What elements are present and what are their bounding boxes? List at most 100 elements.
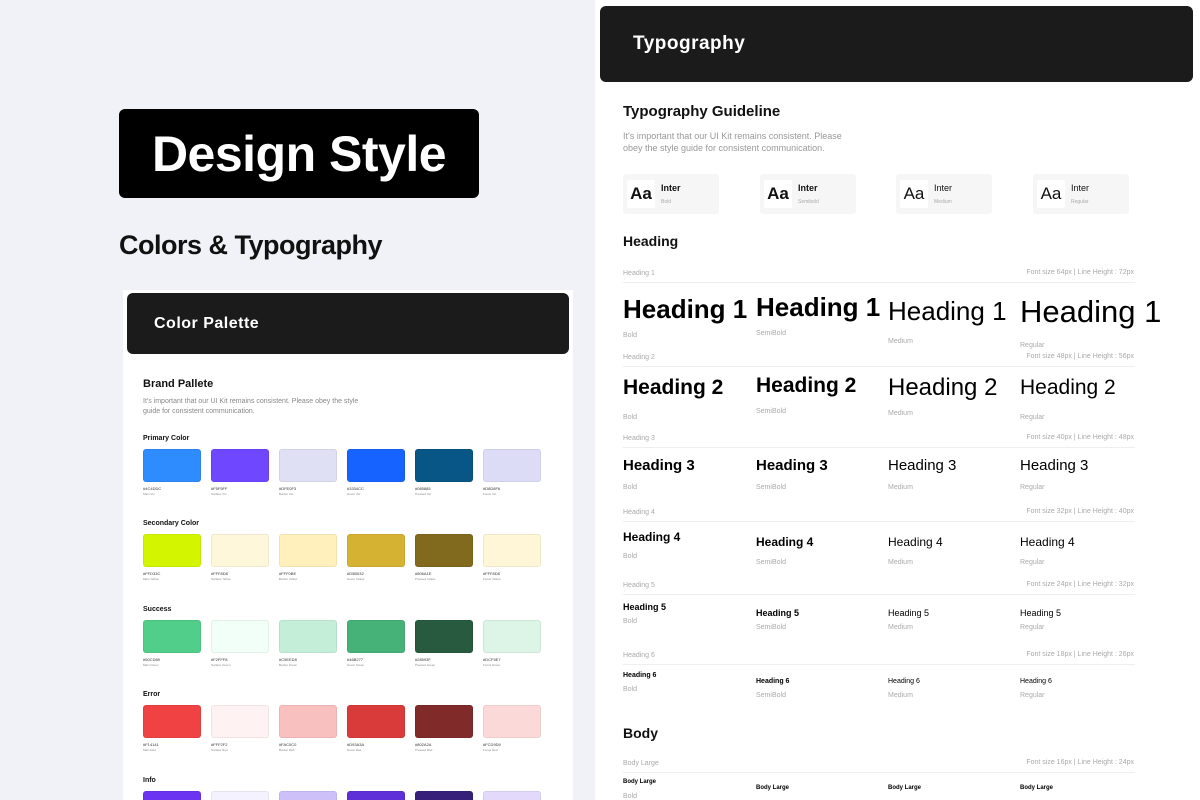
heading-sample: Heading 1 bbox=[623, 294, 748, 324]
color-swatch[interactable] bbox=[415, 791, 473, 800]
page-subtitle: Colors & Typography bbox=[119, 230, 383, 260]
color-swatch[interactable] bbox=[143, 791, 201, 800]
weight-label: Bold bbox=[623, 618, 638, 625]
color-swatch[interactable]: #085885 Pressed Vio bbox=[415, 449, 473, 496]
color-swatch[interactable]: #D5B032 Hover Yellow bbox=[347, 534, 405, 581]
swatch-color-box bbox=[483, 705, 541, 738]
swatch-name: Hover Red bbox=[347, 748, 362, 752]
design-style-banner: Design Style bbox=[119, 109, 479, 198]
color-swatch[interactable]: #802A2A Pressed Red bbox=[415, 705, 473, 752]
color-swatch[interactable]: #4C4DDC Main Vio bbox=[143, 449, 201, 496]
swatch-name: Surface Green bbox=[211, 663, 231, 667]
swatch-hex: #28593F bbox=[415, 657, 431, 662]
color-swatch[interactable]: #F5F5FF Surface Vio bbox=[211, 449, 269, 496]
swatch-name: Focus Green bbox=[483, 663, 501, 667]
font-sample-icon: Aa bbox=[900, 180, 928, 208]
swatch-color-box bbox=[483, 449, 541, 482]
heading-row-label: Heading 4 bbox=[623, 509, 655, 516]
color-swatch[interactable]: #F2FFF8 Surface Green bbox=[211, 620, 269, 667]
font-name: Inter bbox=[934, 183, 953, 193]
color-swatch[interactable]: #3334CC Hover Vio bbox=[347, 449, 405, 496]
weight-label: Regular bbox=[1020, 692, 1045, 699]
font-sample-icon: Aa bbox=[764, 180, 792, 208]
color-palette-panel: Color Palette Brand Pallete It's importa… bbox=[123, 290, 573, 800]
swatch-color-box bbox=[415, 620, 473, 653]
weight-label: Bold bbox=[623, 332, 638, 339]
swatch-name: Border Yellow bbox=[279, 577, 298, 581]
swatch-name: Surface Yellow bbox=[211, 577, 231, 581]
weight-label: SemiBold bbox=[756, 559, 786, 566]
color-palette-title: Color Palette bbox=[154, 314, 260, 332]
color-swatch[interactable]: #FFF2F2 Surface Red bbox=[211, 705, 269, 752]
body-sample: Body Large bbox=[756, 785, 790, 791]
swatch-hex: #DFE0F3 bbox=[279, 486, 297, 491]
heading-sample: Heading 5 bbox=[888, 608, 930, 618]
swatch-name: Main Vio bbox=[143, 492, 155, 496]
row-divider bbox=[623, 521, 1135, 522]
color-swatch[interactable]: #FFF8D8 Focus Yellow bbox=[483, 534, 541, 581]
swatch-hex: #50CD89 bbox=[143, 657, 160, 662]
color-swatch[interactable]: #FFD33C Main Yellow bbox=[143, 534, 201, 581]
swatch-row: #F14141 Main Red #FFF2F2 Surface Red #FAC0C0… bbox=[143, 705, 541, 752]
font-weight-card: Aa Inter Semibold bbox=[760, 174, 856, 214]
heading-sample: Heading 3 bbox=[1020, 457, 1089, 474]
weight-label: Medium bbox=[888, 692, 913, 699]
color-swatch[interactable]: #D8D8F6 Focus Vio bbox=[483, 449, 541, 496]
swatch-hex: #DCF5E7 bbox=[483, 657, 501, 662]
color-swatch[interactable]: #FFF8D8 Surface Yellow bbox=[211, 534, 269, 581]
swatch-hex: #802A2A bbox=[415, 742, 432, 747]
page-title: Design Style bbox=[151, 125, 447, 182]
color-swatch[interactable] bbox=[279, 791, 337, 800]
weight-label: SemiBold bbox=[756, 484, 786, 491]
swatch-row: #4C4DDC Main Vio #F5F5FF Surface Vio #DFE0F3… bbox=[143, 449, 541, 496]
color-group: Error #F14141 Main Red #FFF2F2 Surface Red #F… bbox=[143, 691, 541, 752]
weight-label: Regular bbox=[1020, 484, 1045, 491]
swatch-name: Main Green bbox=[143, 663, 159, 667]
typography-header: Typography bbox=[600, 6, 1193, 82]
color-swatch[interactable]: #DFE0F3 Border Vio bbox=[279, 449, 337, 496]
color-group-label: Primary Color bbox=[143, 435, 190, 442]
color-swatch[interactable]: #F14141 Main Red bbox=[143, 705, 201, 752]
color-swatch[interactable]: #D93A3A Hover Red bbox=[347, 705, 405, 752]
color-swatch[interactable]: #46B277 Hover Green bbox=[347, 620, 405, 667]
weight-label: Bold bbox=[623, 553, 638, 560]
swatch-color-box bbox=[279, 534, 337, 567]
color-swatch[interactable] bbox=[347, 791, 405, 800]
swatch-hex: #3334CC bbox=[347, 486, 364, 491]
heading-sample: Heading 5 bbox=[756, 608, 800, 618]
swatch-hex: #F14141 bbox=[143, 742, 159, 747]
body-section-title: Body bbox=[623, 725, 658, 741]
heading-sample: Heading 2 bbox=[756, 374, 857, 397]
swatch-color-box bbox=[143, 791, 201, 800]
heading-sample: Heading 3 bbox=[756, 457, 828, 474]
heading-row-spec: Font size 64px | Line Height : 72px bbox=[1026, 269, 1134, 276]
heading-sample: Heading 6 bbox=[888, 678, 920, 685]
swatch-hex: #FCD9D9 bbox=[483, 742, 501, 747]
weight-label: Bold bbox=[623, 686, 638, 693]
color-swatch[interactable]: #50CD89 Main Green bbox=[143, 620, 201, 667]
swatch-name: Pressed Green bbox=[415, 663, 436, 667]
color-swatch[interactable]: #806A1E Pressed Yellow bbox=[415, 534, 473, 581]
color-swatch[interactable]: #28593F Pressed Green bbox=[415, 620, 473, 667]
row-divider bbox=[623, 664, 1135, 665]
body-sample: Body Large bbox=[888, 785, 922, 791]
font-weight-label: Semibold bbox=[798, 199, 819, 205]
swatch-color-box bbox=[347, 620, 405, 653]
swatch-color-box bbox=[279, 620, 337, 653]
color-swatch[interactable]: #FCD9D9 Focus Red bbox=[483, 705, 541, 752]
color-swatch[interactable] bbox=[483, 791, 541, 800]
color-swatch[interactable]: #FFF0BE Border Yellow bbox=[279, 534, 337, 581]
color-swatch[interactable] bbox=[211, 791, 269, 800]
swatch-hex: #4C4DDC bbox=[143, 486, 162, 491]
swatch-name: Border Vio bbox=[279, 492, 294, 496]
typography-guideline-description: It's important that our UI Kit remains c… bbox=[623, 131, 842, 153]
weight-label: SemiBold bbox=[756, 692, 786, 699]
row-divider bbox=[623, 366, 1135, 367]
body-row-spec: Font size 16px | Line Height : 24px bbox=[1026, 759, 1134, 766]
color-swatch[interactable]: #FAC0C0 Border Red bbox=[279, 705, 337, 752]
color-group: Info bbox=[143, 777, 541, 800]
swatch-color-box bbox=[211, 534, 269, 567]
color-swatch[interactable]: #DCF5E7 Focus Green bbox=[483, 620, 541, 667]
swatch-color-box bbox=[279, 449, 337, 482]
color-swatch[interactable]: #C5EED8 Border Green bbox=[279, 620, 337, 667]
